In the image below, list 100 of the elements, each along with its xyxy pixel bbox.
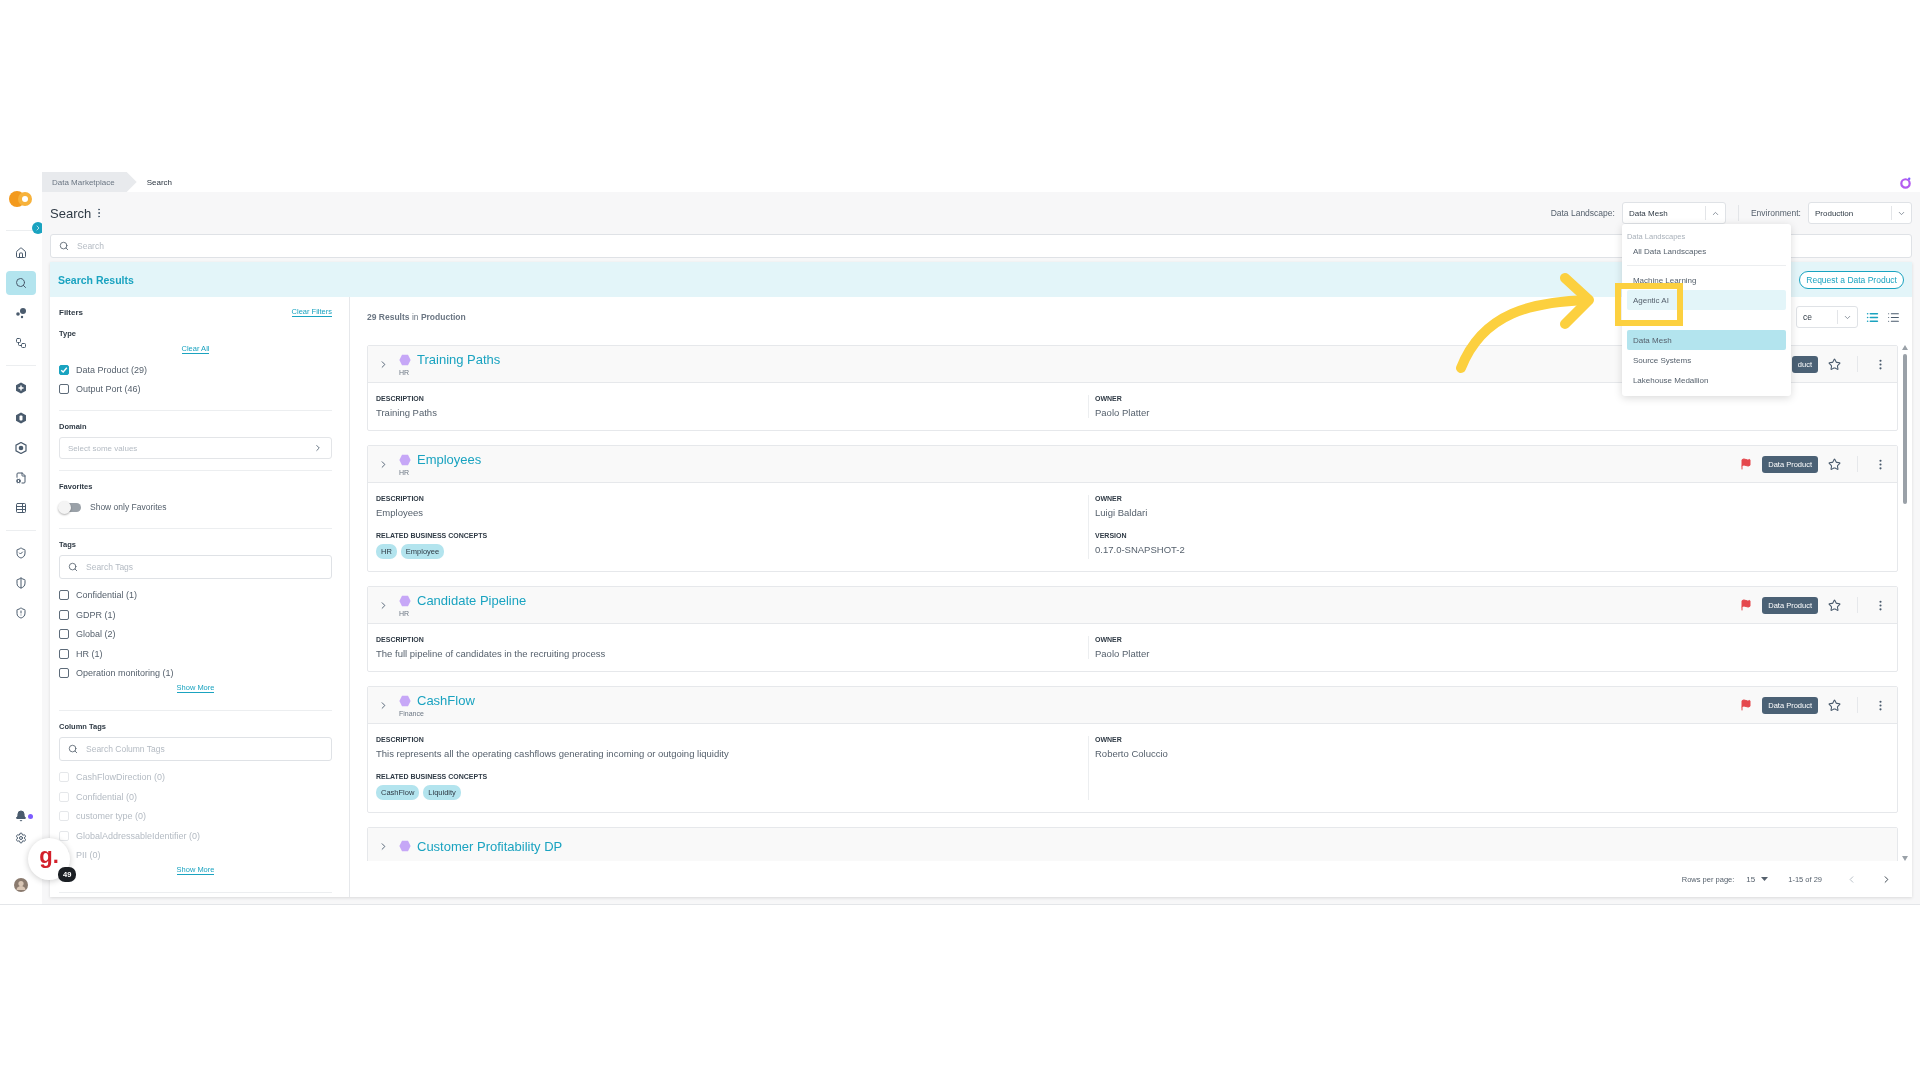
menu-option[interactable]: All Data Landscapes: [1626, 241, 1786, 261]
sort-select[interactable]: ce: [1796, 306, 1858, 328]
assistant-icon[interactable]: [1899, 175, 1912, 189]
checkbox[interactable]: [59, 590, 69, 600]
menu-option[interactable]: Lakehouse Medallion: [1626, 370, 1786, 390]
menu-option[interactable]: Agentic AI: [1626, 290, 1786, 310]
checkbox-label: CashFlowDirection (0): [76, 771, 166, 782]
settings-button[interactable]: [15, 832, 27, 844]
search-icon: [68, 744, 78, 755]
checkbox[interactable]: [59, 364, 69, 375]
hexagon-icon: [399, 594, 411, 607]
hexagon-icon: [399, 840, 411, 852]
hexagon-icon: [399, 453, 411, 466]
shield-alert-icon: [15, 607, 27, 619]
result-title-link[interactable]: CashFlow: [417, 693, 475, 708]
field-value: Training Paths: [376, 407, 438, 418]
checkbox-label: customer type (0): [76, 811, 147, 822]
checkbox-label: Global (2): [76, 629, 116, 640]
card-view-button[interactable]: [1866, 310, 1879, 324]
checkbox[interactable]: [59, 668, 69, 679]
star-icon: [1828, 357, 1841, 371]
star-icon: [1828, 457, 1841, 471]
checkbox-label: HR (1): [76, 648, 103, 659]
result-title-link[interactable]: Customer Profitability DP: [417, 838, 563, 854]
search-icon: [15, 277, 27, 289]
hexagon-plus-icon: [15, 382, 27, 394]
favorite-button[interactable]: [1828, 457, 1841, 471]
list-view-button[interactable]: [1887, 310, 1900, 324]
field-value: Roberto Coluccio: [1095, 748, 1169, 759]
checkbox[interactable]: [59, 609, 69, 620]
checkbox[interactable]: [59, 629, 69, 640]
shield-icon: [15, 577, 27, 589]
list-icon: [1866, 310, 1879, 324]
bell-icon: [15, 810, 27, 822]
page-title: Search: [50, 205, 92, 221]
field-value: This represents all the operating cashflows generating incoming or outgoing liquidity: [376, 748, 730, 759]
toggle-label: Show only Favorites: [90, 502, 167, 513]
search-button[interactable]: [6, 271, 36, 295]
settings-icon: [15, 832, 27, 844]
checkbox-label: Data Product (29): [76, 364, 148, 375]
star-icon: [1828, 598, 1841, 612]
diagram-icon: [15, 337, 27, 349]
search-field[interactable]: Search Tags: [59, 555, 332, 580]
chevron-icon: [313, 443, 323, 454]
star-icon: [1828, 698, 1841, 712]
field-value: Luigi Baldari: [1095, 507, 1149, 518]
checkbox[interactable]: [59, 648, 69, 659]
home-icon: [15, 247, 27, 259]
highlight-frame: [1615, 283, 1683, 326]
favorite-button[interactable]: [1828, 598, 1841, 612]
results-summary: 29 Results in Production: [367, 312, 466, 322]
select-label: Environment:: [1750, 208, 1801, 218]
table-icon: [15, 502, 27, 514]
menu-option[interactable]: Source Systems: [1626, 350, 1786, 370]
scroll-down-icon: [1902, 856, 1908, 861]
hexagon-icon: [399, 353, 411, 366]
caret-icon: [1761, 877, 1769, 881]
hexagon-icon: [399, 694, 411, 707]
result-title-link[interactable]: Candidate Pipeline: [417, 593, 527, 608]
search-icon: [59, 241, 69, 251]
filters-title: Filters: [59, 307, 83, 317]
list-icon: [1887, 310, 1900, 324]
field-value: Employees: [376, 507, 424, 518]
breadcrumb-link[interactable]: Data Marketplace: [42, 172, 137, 192]
environment-select[interactable]: Production: [1808, 202, 1912, 224]
checkbox-label: Confidential (0): [76, 791, 138, 802]
chevron-icon: [34, 224, 42, 232]
field-value: Paolo Platter: [1095, 407, 1151, 418]
toggle-switch[interactable]: [59, 502, 81, 512]
result-title-link[interactable]: Training Paths: [417, 352, 501, 367]
request-button[interactable]: Request a Data Product: [1799, 270, 1904, 289]
shield-check-icon: [15, 547, 27, 559]
search-field[interactable]: Search Column Tags: [59, 737, 332, 762]
avatar-icon[interactable]: [14, 878, 28, 892]
checkbox[interactable]: [59, 384, 69, 395]
favorite-button[interactable]: [1828, 357, 1841, 371]
favorite-button[interactable]: [1828, 698, 1841, 712]
select-label: Data Landscape:: [1550, 208, 1615, 218]
scroll-thumb[interactable]: [1903, 354, 1907, 504]
rows-per-page-select[interactable]: 15: [1746, 874, 1777, 884]
search-icon: [68, 562, 78, 573]
landscape-select[interactable]: Data Mesh: [1621, 202, 1726, 224]
hexagon-icon: [15, 412, 27, 424]
scroll-up-icon: [1902, 345, 1908, 350]
hexagon-ring-icon: [15, 442, 27, 454]
gear-document-icon: [15, 472, 27, 484]
logo-icon: [9, 190, 33, 208]
checkbox-label: GDPR (1): [76, 609, 116, 620]
panel-title: Search Results: [58, 273, 134, 286]
field-value: The full pipeline of candidates in the recruiting process: [376, 648, 607, 659]
bubbles-icon: [15, 307, 27, 319]
menu-option[interactable]: Data Mesh: [1626, 330, 1786, 350]
result-title-link[interactable]: Employees: [417, 452, 482, 467]
field-value: Paolo Platter: [1095, 648, 1151, 659]
menu-option[interactable]: Machine Learning: [1626, 270, 1786, 290]
checkbox-label: PII (0): [76, 850, 101, 861]
checkbox-label: Confidential (1): [76, 590, 138, 600]
checkbox-label: Operation monitoring (1): [76, 668, 174, 679]
checkbox-label: Output Port (46): [76, 384, 141, 395]
field-value: 0.17.0-SNAPSHOT-2: [1095, 544, 1186, 555]
